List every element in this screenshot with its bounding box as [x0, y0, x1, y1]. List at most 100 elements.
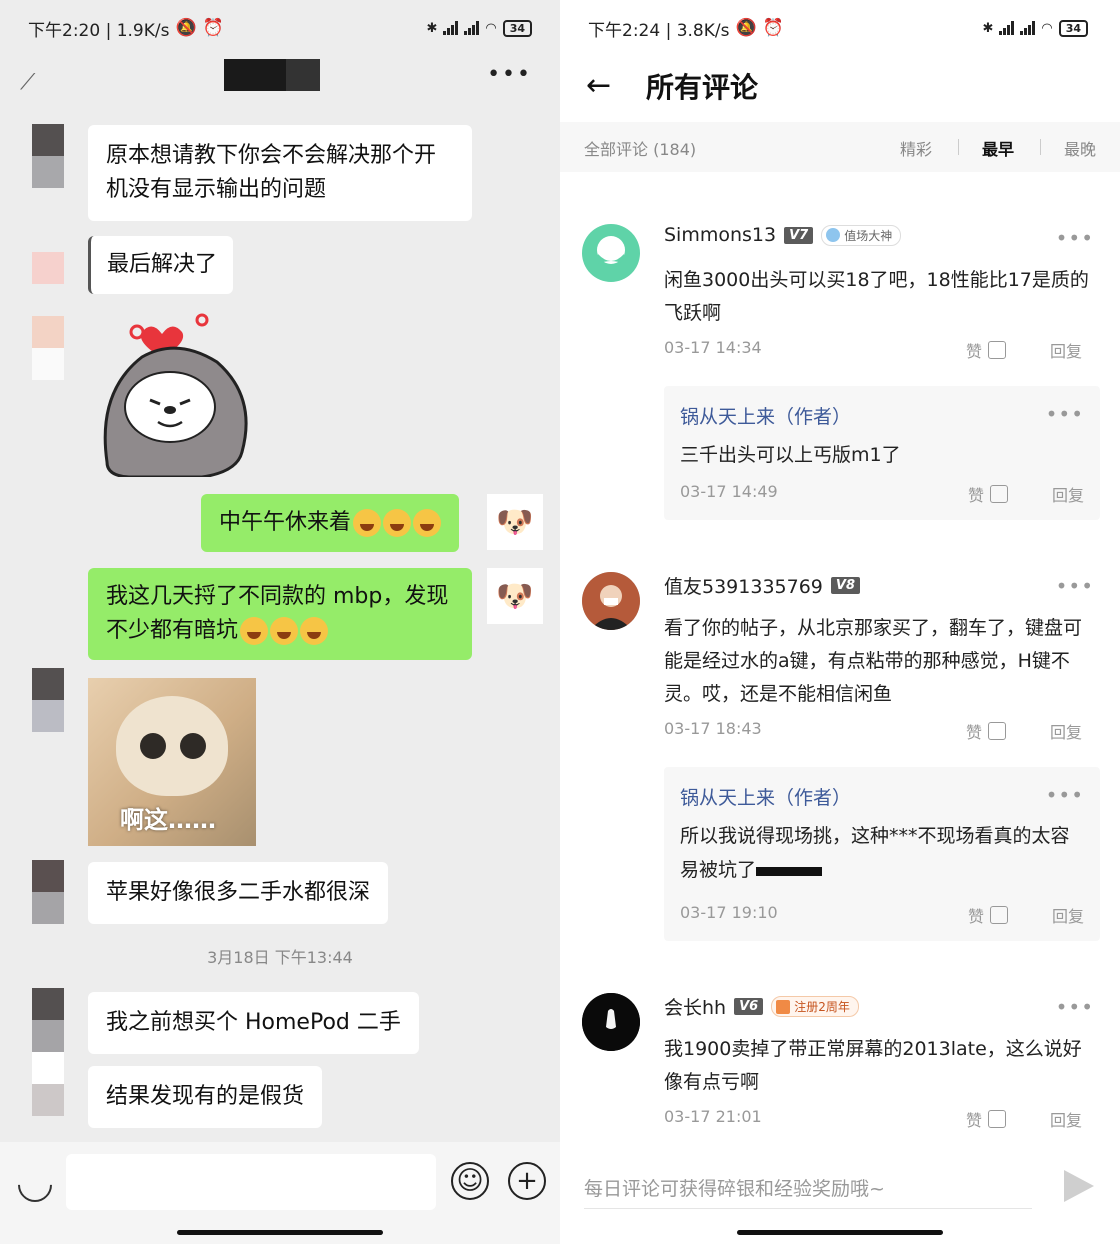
status-bar: 下午2:24 | 3.8K/s 🔕 ⏰ ✱ ◠ 34 — [588, 0, 1088, 56]
reply-text: 所以我说得现场挑，这种***不现场看真的太容易被坑了 — [680, 819, 1080, 887]
avatar[interactable] — [32, 316, 64, 380]
send-icon[interactable] — [1064, 1170, 1094, 1202]
alarm-icon: ⏰ — [202, 18, 224, 38]
thumbs-up-icon — [988, 722, 1007, 740]
signal-icon — [443, 21, 459, 35]
more-icon[interactable]: ••• — [1046, 783, 1084, 807]
more-icon[interactable]: ••• — [1056, 226, 1094, 250]
cat-face — [116, 696, 228, 796]
more-icon[interactable]: ••• — [1046, 402, 1084, 426]
like-label: 赞 — [966, 723, 983, 742]
voice-icon[interactable] — [10, 1160, 60, 1210]
home-indicator[interactable] — [177, 1230, 383, 1235]
home-indicator[interactable] — [737, 1230, 943, 1235]
otter-heart-sticker[interactable] — [92, 312, 254, 477]
laugh-cry-emoji-icon — [270, 617, 299, 645]
comment-input[interactable]: 每日评论可获得碎银和经验奖励哦~ — [584, 1174, 885, 1201]
incoming-message[interactable]: 最后解决了 — [88, 236, 234, 294]
username[interactable]: Simmons13 — [664, 224, 776, 246]
emoji-icon[interactable]: ☺ — [451, 1162, 489, 1200]
avatar[interactable] — [32, 252, 64, 284]
reply-button[interactable]: 回复 — [1050, 719, 1082, 743]
divider — [1040, 139, 1041, 155]
cat-eye — [180, 733, 206, 759]
avatar[interactable] — [582, 224, 640, 282]
level-badge: V7 — [784, 226, 814, 244]
like-button[interactable]: 赞 — [966, 719, 1007, 743]
signal-icon — [1020, 21, 1036, 35]
like-button[interactable]: 赞 — [968, 903, 1009, 927]
level-badge: V6 — [734, 998, 764, 1015]
avatar[interactable] — [582, 572, 640, 630]
avatar[interactable] — [32, 860, 64, 924]
reply-author[interactable]: 锅从天上来（作者） — [680, 783, 851, 810]
avatar[interactable] — [582, 993, 640, 1051]
reply-text: 三千出头可以上丐版m1了 — [680, 444, 901, 466]
more-icon[interactable]: ••• — [1056, 995, 1094, 1019]
comment-text: 我1900卖掉了带正常屏幕的2013late，这么说好像有点亏啊 — [664, 1038, 1082, 1093]
reply-author[interactable]: 锅从天上来（作者） — [680, 402, 851, 429]
like-button[interactable]: 赞 — [968, 482, 1009, 506]
more-icon[interactable]: ••• — [487, 62, 532, 87]
like-button[interactable]: 赞 — [966, 1107, 1007, 1131]
back-arrow-icon[interactable]: ← — [586, 68, 611, 103]
badge-label: 值场大神 — [844, 228, 893, 243]
laugh-cry-emoji-icon — [240, 617, 269, 645]
redacted-emoji-icon — [756, 857, 823, 885]
reply-button[interactable]: 回复 — [1050, 1107, 1082, 1131]
avatar[interactable] — [32, 988, 64, 1116]
incoming-message[interactable]: 我之前想买个 HomePod 二手 — [88, 992, 419, 1054]
diamond-icon — [826, 228, 841, 242]
incoming-message[interactable]: 苹果好像很多二手水都很深 — [88, 862, 389, 924]
wifi-icon: ◠ — [485, 20, 497, 36]
username[interactable]: 值友5391335769 — [664, 572, 823, 599]
sort-bar: 全部评论 (184) 精彩 最早 最晚 — [560, 122, 1120, 172]
reply-button[interactable]: 回复 — [1050, 338, 1082, 362]
comments-screen: 下午2:24 | 3.8K/s 🔕 ⏰ ✱ ◠ 34 ← 所有评论 全部评论 (… — [560, 0, 1120, 1244]
comment-text: 看了你的帖子，从北京那家买了，翻车了，键盘可能是经过水的a键，有点粘带的那种感觉… — [664, 617, 1083, 705]
message-text: 中午午休来着 — [219, 510, 352, 535]
like-label: 赞 — [968, 486, 985, 505]
incoming-message[interactable]: 原本想请教下你会不会解决那个开 机没有显示输出的问题 — [88, 125, 472, 221]
reply-button[interactable]: 回复 — [1052, 482, 1084, 506]
wifi-icon: ◠ — [1041, 20, 1053, 36]
avatar[interactable] — [32, 668, 64, 732]
message-input[interactable] — [66, 1154, 436, 1210]
anniversary-badge: 注册2周年 — [771, 996, 859, 1017]
like-label: 赞 — [966, 342, 983, 361]
more-icon[interactable]: ••• — [1056, 574, 1094, 598]
reply-button[interactable]: 回复 — [1052, 903, 1084, 927]
redacted-chat-title — [224, 59, 320, 91]
reply-time: 03-17 14:49 — [680, 482, 778, 501]
incoming-message[interactable]: 结果发现有的是假货 — [88, 1066, 323, 1128]
status-time: 下午2:24 | 3.8K/s — [588, 20, 730, 41]
author-reply: 锅从天上来（作者） ••• 所以我说得现场挑，这种***不现场看真的太容易被坑了… — [664, 767, 1100, 941]
cat-meme-image[interactable]: 啊这…… — [88, 678, 256, 846]
comment-text: 闲鱼3000出头可以买18了吧，18性能比17是质的飞跃啊 — [664, 269, 1089, 324]
like-button[interactable]: 赞 — [966, 338, 1007, 362]
outgoing-message[interactable]: 我这几天捋了不同款的 mbp，发现 不少都有暗坑 — [88, 568, 472, 660]
chat-timestamp: 3月18日 下午13:44 — [207, 948, 353, 967]
back-icon[interactable]: ⟋ — [20, 70, 35, 95]
laugh-cry-emoji-icon — [413, 509, 442, 537]
divider — [958, 139, 959, 155]
thumbs-up-icon — [990, 906, 1009, 924]
my-avatar[interactable]: 🐶 — [487, 494, 543, 550]
level-badge: V8 — [830, 577, 860, 594]
signal-icon — [464, 21, 480, 35]
avatar[interactable] — [32, 124, 64, 188]
sort-option-earliest[interactable]: 最早 — [982, 136, 1014, 160]
plus-icon[interactable]: + — [508, 1162, 546, 1200]
outgoing-message[interactable]: 中午午休来着 — [201, 494, 460, 552]
my-avatar[interactable]: 🐶 — [487, 568, 543, 624]
laugh-cry-emoji-icon — [300, 617, 329, 645]
username[interactable]: 会长hh — [664, 993, 726, 1020]
thumbs-up-icon — [988, 341, 1007, 359]
comment-input-bar: 每日评论可获得碎银和经验奖励哦~ — [560, 1150, 1120, 1244]
sort-option-featured[interactable]: 精彩 — [900, 136, 932, 160]
sort-option-latest[interactable]: 最晚 — [1064, 136, 1096, 160]
thumbs-up-icon — [990, 485, 1009, 503]
bluetooth-icon: ✱ — [982, 20, 994, 36]
cat-eye — [140, 733, 166, 759]
reply-time: 03-17 19:10 — [680, 903, 778, 922]
